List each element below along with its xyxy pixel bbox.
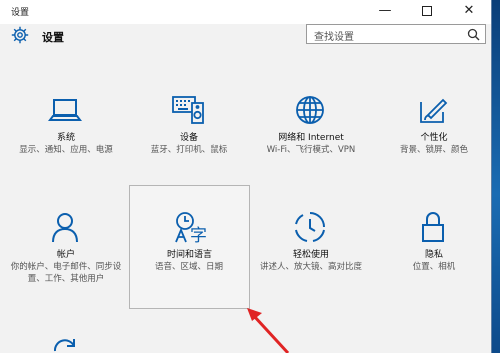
settings-window: 设置 — ✕ 设置 查找设置 系统 显示、通知、应用、电源 设备 蓝牙、打印机、… (0, 0, 492, 353)
annotation-arrow (247, 308, 290, 353)
